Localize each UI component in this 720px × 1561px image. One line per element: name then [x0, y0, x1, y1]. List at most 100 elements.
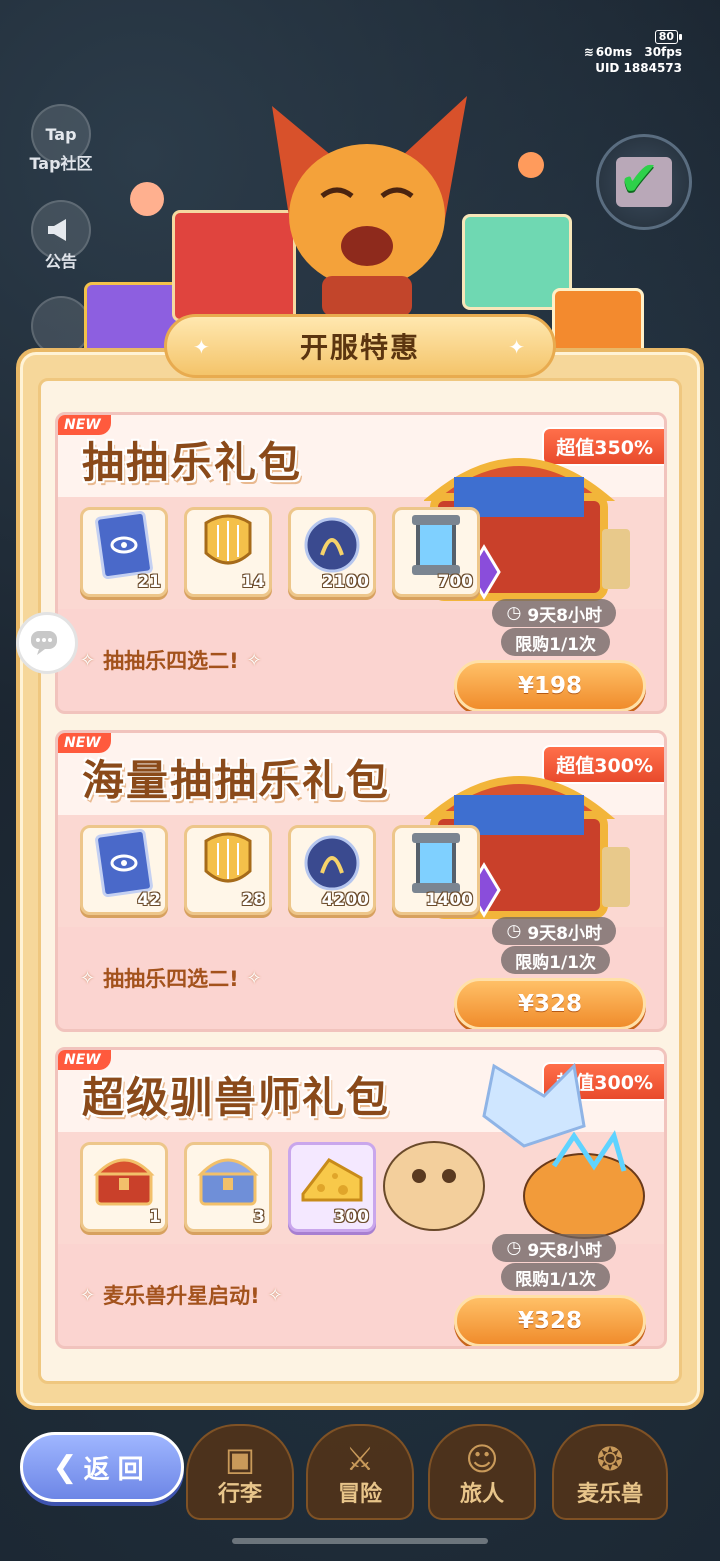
- nav-bag-button[interactable]: ▣ 行李: [186, 1424, 294, 1520]
- ping-label: 60ms: [595, 45, 633, 59]
- promo-line: ✧ 麦乐兽升星启动! ✧: [80, 1280, 283, 1310]
- flower-decoration: [130, 182, 164, 216]
- pack-title: 抽抽乐礼包: [82, 438, 303, 487]
- sparkle-icon: ✧: [246, 967, 262, 989]
- back-button[interactable]: ❮ 返回: [20, 1432, 184, 1502]
- cat-icon: [31, 296, 91, 356]
- check-icon: ✔: [619, 151, 660, 207]
- orb-icon: [304, 835, 360, 891]
- reward-item[interactable]: 42: [80, 825, 168, 915]
- cheese-icon: [301, 1158, 363, 1202]
- back-label: 返回: [83, 1454, 152, 1485]
- reward-count: 3: [253, 1207, 265, 1227]
- tap-community-label: Tap社区: [29, 154, 93, 173]
- battery-indicator: 80: [654, 30, 683, 44]
- home-indicator[interactable]: [232, 1538, 488, 1544]
- timer-badge: ◷ 9天8小时: [492, 1234, 616, 1262]
- chat-icon: [31, 631, 57, 655]
- notice-button[interactable]: 公告: [22, 200, 100, 272]
- pack-card: NEW 超级驯兽师礼包 超值300% 1 3 300 ◷ 9天8小时 限购1/1次…: [55, 1047, 667, 1349]
- eye-card-icon: [95, 511, 153, 580]
- pack-title: 超级驯兽师礼包: [82, 1073, 391, 1122]
- pack-card: NEW 抽抽乐礼包 超值350% 21 14 2100 700 ◷ 9天8小时 限…: [55, 412, 667, 714]
- reward-item-list: 21 14 2100 700: [80, 507, 480, 597]
- reward-item[interactable]: 14: [184, 507, 272, 597]
- reward-count: 1400: [425, 890, 473, 910]
- sparkle-icon: ✦: [193, 335, 212, 359]
- buy-button[interactable]: ¥328: [454, 1295, 646, 1346]
- red-chest-icon: [93, 1158, 155, 1206]
- clock-icon: ◷: [506, 603, 522, 623]
- promo-text: 麦乐兽升星启动!: [103, 1284, 260, 1308]
- page-title: 开服特惠: [299, 331, 420, 364]
- reward-count: 42: [137, 890, 161, 910]
- reward-count: 4200: [321, 890, 369, 910]
- nav-bag-label: 行李: [217, 1482, 262, 1507]
- reward-item[interactable]: 3: [184, 1142, 272, 1232]
- reward-item[interactable]: 300: [288, 1142, 376, 1232]
- purchase-limit-badge: 限购1/1次: [501, 1263, 610, 1291]
- purchase-limit-badge: 限购1/1次: [501, 628, 610, 656]
- crossed-swords-icon: ⚔: [345, 1440, 375, 1478]
- chat-button[interactable]: [16, 612, 78, 674]
- reward-item[interactable]: 28: [184, 825, 272, 915]
- reward-count: 28: [241, 890, 265, 910]
- promo-line: ✧ 抽抽乐四选二! ✧: [80, 645, 262, 675]
- sparkle-icon: ✧: [246, 649, 262, 671]
- nav-traveler-label: 旅人: [459, 1482, 504, 1507]
- backpack-icon: ▣: [224, 1440, 256, 1478]
- sparkle-icon: ✧: [80, 649, 96, 671]
- eye-card-icon: [95, 829, 153, 898]
- promo-text: 抽抽乐四选二!: [103, 649, 239, 673]
- reward-count: 1: [149, 1207, 161, 1227]
- nav-adventure-label: 冒险: [337, 1482, 382, 1507]
- reward-item-list: 42 28 4200 1400: [80, 825, 480, 915]
- fox-mascot-image: [272, 96, 467, 316]
- reward-item-list: 1 3 300: [80, 1142, 376, 1232]
- timer-badge: ◷ 9天8小时: [492, 917, 616, 945]
- sparkle-icon: ✧: [80, 967, 96, 989]
- reward-item[interactable]: 4200: [288, 825, 376, 915]
- traveler-icon: ☺: [465, 1440, 499, 1478]
- sparkle-icon: ✧: [80, 1284, 96, 1306]
- tap-community-button[interactable]: Tap Tap社区: [22, 104, 100, 174]
- orb-icon: [304, 517, 360, 573]
- sparkle-icon: ✦: [508, 335, 527, 359]
- blue-chest-icon: [197, 1158, 259, 1206]
- clock-icon: ◷: [506, 921, 522, 941]
- back-arrow-icon: ❮: [52, 1449, 78, 1485]
- nav-beast-label: 麦乐兽: [576, 1482, 643, 1507]
- reward-item[interactable]: 1: [80, 1142, 168, 1232]
- nav-beast-button[interactable]: ❂ 麦乐兽: [552, 1424, 668, 1520]
- harp-icon: [204, 832, 252, 883]
- pack-title: 海量抽抽乐礼包: [82, 756, 391, 805]
- buy-button[interactable]: ¥198: [454, 660, 646, 711]
- reward-item[interactable]: 21: [80, 507, 168, 597]
- fps-label: 30fps: [644, 45, 682, 59]
- reward-item[interactable]: 1400: [392, 825, 480, 915]
- harp-icon: [204, 514, 252, 565]
- flower-decoration: [518, 152, 544, 178]
- reward-item[interactable]: 2100: [288, 507, 376, 597]
- reward-count: 21: [137, 572, 161, 592]
- reward-count: 300: [333, 1207, 370, 1227]
- beast-companions-image: [383, 1062, 645, 1239]
- reward-item[interactable]: 700: [392, 507, 480, 597]
- reward-count: 14: [241, 572, 265, 592]
- canister-icon: [412, 515, 460, 576]
- reward-count: 700: [437, 572, 474, 592]
- purchase-limit-badge: 限购1/1次: [501, 946, 610, 974]
- promo-text: 抽抽乐四选二!: [103, 967, 239, 991]
- nav-traveler-button[interactable]: ☺ 旅人: [428, 1424, 536, 1520]
- claimed-gift-button[interactable]: ✔: [596, 134, 692, 230]
- wifi-icon: ≋: [583, 45, 594, 59]
- sparkle-icon: ✧: [267, 1284, 283, 1306]
- nav-adventure-button[interactable]: ⚔ 冒险: [306, 1424, 414, 1520]
- reward-count: 2100: [321, 572, 369, 592]
- status-overlay: 80 ≋ 60ms 30fps UID 1884573: [576, 28, 683, 76]
- promo-line: ✧ 抽抽乐四选二! ✧: [80, 963, 262, 993]
- beast-icon: ❂: [596, 1440, 624, 1478]
- notice-label: 公告: [44, 252, 77, 271]
- buy-button[interactable]: ¥328: [454, 978, 646, 1029]
- pack-card: NEW 海量抽抽乐礼包 超值300% 42 28 4200 1400 ◷ 9天8小…: [55, 730, 667, 1032]
